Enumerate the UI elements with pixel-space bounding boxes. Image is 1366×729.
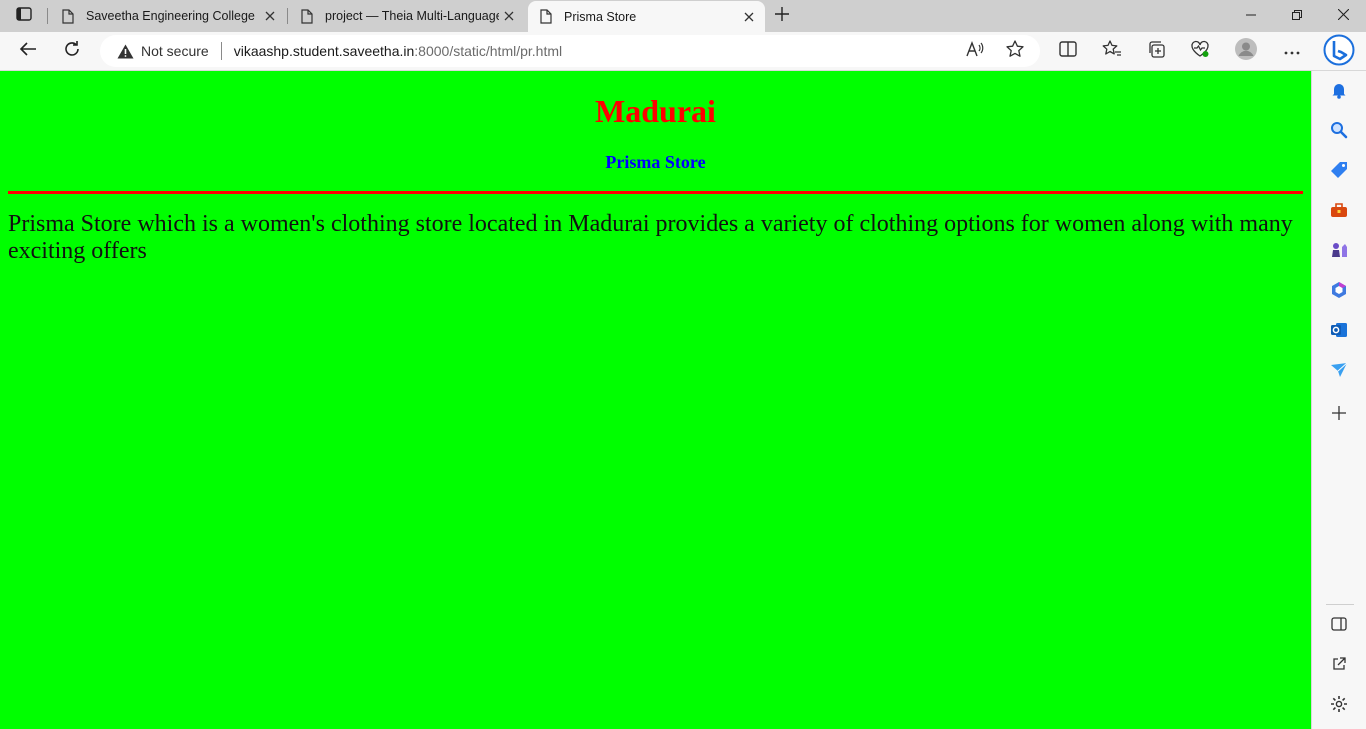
outlook-button[interactable] xyxy=(1326,319,1352,345)
page-icon xyxy=(299,8,315,24)
office-icon xyxy=(1330,281,1348,304)
toolbox-icon xyxy=(1330,202,1348,223)
page-icon xyxy=(538,9,554,25)
page-paragraph: Prisma Store which is a women's clothing… xyxy=(8,211,1293,264)
url-text[interactable]: vikaashp.student.saveetha.in:8000/static… xyxy=(234,43,562,59)
tab-saveetha[interactable]: Saveetha Engineering College xyxy=(50,0,286,32)
tag-icon xyxy=(1330,161,1348,184)
restore-icon xyxy=(1292,7,1302,25)
collections-icon xyxy=(1147,40,1165,63)
add-app-button[interactable] xyxy=(1326,402,1352,428)
external-link-icon xyxy=(1332,656,1346,676)
outlook-icon xyxy=(1330,321,1348,344)
close-icon[interactable] xyxy=(499,6,519,26)
plus-icon xyxy=(1332,405,1346,425)
url-path: :8000/static/html/pr.html xyxy=(414,43,563,59)
microsoft-365-button[interactable] xyxy=(1326,279,1352,305)
security-label[interactable]: Not secure xyxy=(141,43,209,59)
read-aloud-button[interactable] xyxy=(960,37,990,65)
page-heading: Madurai xyxy=(595,93,716,129)
search-icon xyxy=(1330,121,1348,144)
plus-icon xyxy=(775,6,789,26)
favorites-list-icon xyxy=(1102,39,1122,63)
tab-theia-project[interactable]: project — Theia Multi-Language xyxy=(289,0,525,32)
more-icon xyxy=(1284,42,1300,60)
edge-sidebar xyxy=(1311,71,1366,729)
split-screen-icon xyxy=(1059,40,1077,62)
warning-triangle-icon[interactable] xyxy=(116,42,134,60)
refresh-icon xyxy=(63,40,81,63)
address-divider xyxy=(220,42,222,60)
send-icon xyxy=(1330,362,1348,383)
page-viewport: Madurai Prisma Store Prisma Store which … xyxy=(0,71,1311,729)
tab-prisma-store[interactable]: Prisma Store xyxy=(528,1,765,32)
bing-icon xyxy=(1323,34,1355,71)
page-subheading: Prisma Store xyxy=(605,152,706,172)
avatar-icon xyxy=(1235,37,1257,65)
tab-title: project — Theia Multi-Language xyxy=(325,9,499,23)
collections-button[interactable] xyxy=(1141,37,1171,65)
new-tab-button[interactable] xyxy=(770,4,794,28)
games-button[interactable] xyxy=(1326,239,1352,265)
search-button[interactable] xyxy=(1326,119,1352,145)
browser-essentials-button[interactable] xyxy=(1185,37,1215,65)
star-icon xyxy=(1006,39,1024,63)
refresh-button[interactable] xyxy=(57,37,87,65)
shopping-button[interactable] xyxy=(1326,159,1352,185)
hide-sidebar-button[interactable] xyxy=(1326,613,1352,639)
drop-button[interactable] xyxy=(1326,359,1352,385)
close-icon[interactable] xyxy=(739,7,759,27)
tab-title: Prisma Store xyxy=(564,9,637,24)
close-window-button[interactable] xyxy=(1320,0,1366,32)
chess-icon xyxy=(1330,241,1348,264)
close-icon[interactable] xyxy=(260,6,280,26)
bell-icon xyxy=(1330,81,1348,104)
tab-actions-icon xyxy=(16,6,32,26)
sidebar-panel-icon xyxy=(1331,616,1347,636)
sidebar-settings-button[interactable] xyxy=(1326,693,1352,719)
sidebar-divider xyxy=(1326,604,1354,605)
add-favorite-button[interactable] xyxy=(1000,37,1030,65)
profile-button[interactable] xyxy=(1231,37,1261,65)
notifications-button[interactable] xyxy=(1326,79,1352,105)
gear-icon xyxy=(1330,695,1348,718)
back-button[interactable] xyxy=(13,37,43,65)
close-icon xyxy=(1337,7,1349,25)
settings-more-button[interactable] xyxy=(1277,37,1307,65)
read-aloud-icon xyxy=(966,40,984,62)
tab-separator xyxy=(287,8,288,24)
split-screen-button[interactable] xyxy=(1053,37,1083,65)
minimize-button[interactable] xyxy=(1228,0,1274,32)
tab-separator xyxy=(47,8,48,24)
horizontal-rule xyxy=(8,191,1303,194)
tab-strip: Saveetha Engineering College project — T… xyxy=(0,0,1366,32)
tab-title: Saveetha Engineering College xyxy=(86,9,255,23)
tools-button[interactable] xyxy=(1326,199,1352,225)
url-host: vikaashp.student.saveetha.in xyxy=(233,43,415,59)
tab-actions-button[interactable] xyxy=(12,5,36,27)
address-bar[interactable]: Not secure vikaashp.student.saveetha.in:… xyxy=(100,35,1040,67)
favorites-button[interactable] xyxy=(1097,37,1127,65)
back-arrow-icon xyxy=(19,41,37,62)
browser-toolbar: Not secure vikaashp.student.saveetha.in:… xyxy=(0,32,1366,71)
minimize-icon xyxy=(1246,7,1256,25)
page-icon xyxy=(60,8,76,24)
bing-chat-button[interactable] xyxy=(1322,34,1356,71)
restore-button[interactable] xyxy=(1274,0,1320,32)
open-external-button[interactable] xyxy=(1326,653,1352,679)
heart-pulse-icon xyxy=(1190,40,1210,63)
